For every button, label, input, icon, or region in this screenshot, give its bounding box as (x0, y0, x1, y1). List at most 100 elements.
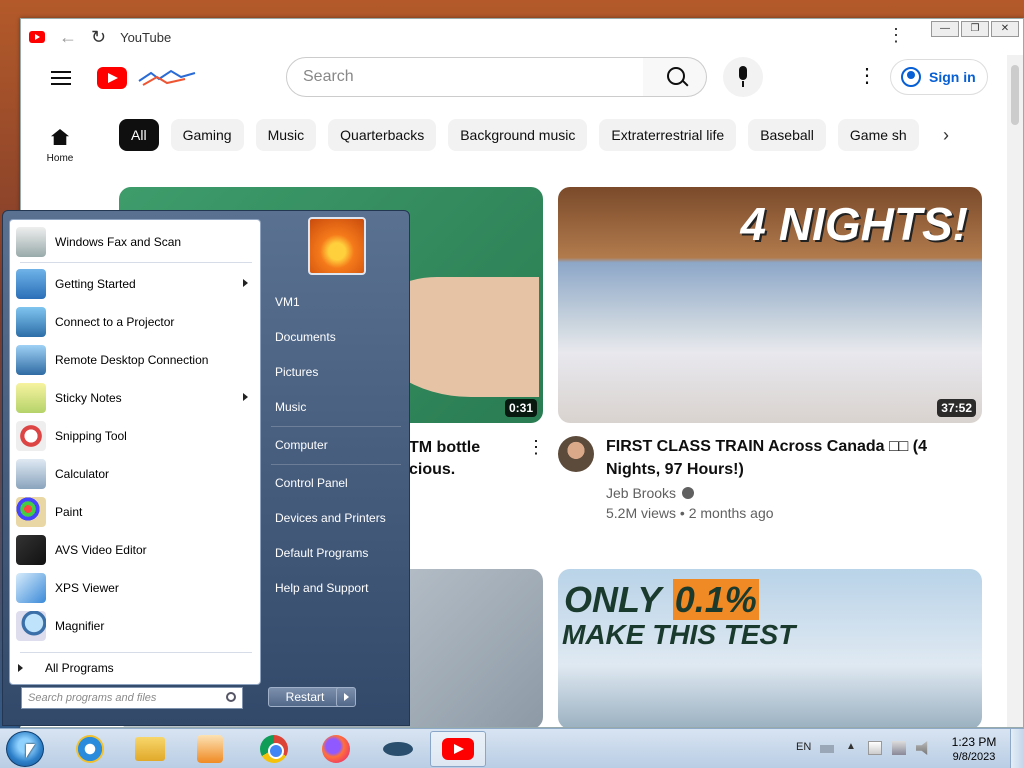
taskbar-file-explorer[interactable] (122, 731, 178, 767)
video-title[interactable]: FIRST CLASS TRAIN Across Canada □□ (4 Ni… (606, 435, 966, 481)
video-thumbnail[interactable]: 4 NIGHTS! 37:52 (558, 187, 982, 423)
video-thumbnail[interactable]: ONLY 0.1% MAKE THIS TEST (558, 569, 982, 727)
search-input[interactable]: Search (286, 57, 644, 97)
youtube-logo-icon[interactable] (97, 67, 127, 89)
chevron-right-icon[interactable]: › (943, 125, 949, 146)
sidebar-item-home[interactable]: Home (45, 129, 75, 164)
shutdown-options-icon[interactable] (336, 687, 356, 707)
sign-in-label: Sign in (929, 69, 976, 85)
right-item-control-panel[interactable]: Control Panel (275, 472, 348, 494)
settings-more-icon[interactable]: ⋮ (857, 63, 877, 88)
youtube-doodle-icon[interactable] (137, 67, 197, 89)
right-item-computer[interactable]: Computer (275, 434, 328, 456)
verified-icon (682, 487, 695, 499)
submenu-arrow-icon (243, 393, 248, 401)
chip-music[interactable]: Music (255, 119, 317, 151)
right-item-pictures[interactable]: Pictures (275, 361, 318, 383)
program-snipping-tool[interactable]: Snipping Tool (16, 418, 254, 454)
search-icon[interactable] (643, 57, 707, 97)
program-label: Calculator (55, 467, 110, 481)
folder-icon (135, 737, 165, 761)
close-button[interactable]: ✕ (991, 21, 1019, 37)
paint-icon (16, 497, 46, 527)
program-getting-started[interactable]: Getting Started (16, 266, 254, 302)
sign-in-button[interactable]: Sign in (890, 59, 988, 95)
program-calculator[interactable]: Calculator (16, 456, 254, 492)
video-menu-icon[interactable]: ⋮ (527, 437, 545, 458)
youtube-icon (442, 738, 474, 760)
start-button[interactable] (6, 731, 44, 767)
restart-button[interactable]: Restart (268, 687, 342, 707)
page-scrollbar[interactable] (1007, 55, 1023, 727)
video-duration: 37:52 (937, 399, 976, 417)
projector-icon (16, 307, 46, 337)
keyboard-icon[interactable] (820, 745, 834, 753)
chip-background-music[interactable]: Background music (448, 119, 588, 151)
start-search-input[interactable]: Search programs and files (21, 687, 243, 709)
action-center-icon[interactable] (868, 741, 882, 755)
channel-avatar[interactable] (558, 436, 594, 472)
program-xps-viewer[interactable]: XPS Viewer (16, 570, 254, 606)
program-label: AVS Video Editor (55, 543, 147, 557)
program-windows-fax-and-scan[interactable]: Windows Fax and Scan (16, 224, 254, 260)
program-paint[interactable]: Paint (16, 494, 254, 530)
scrollbar-thumb[interactable] (1011, 65, 1019, 125)
thumbnail-text: MAKE THIS TEST (562, 619, 796, 650)
minimize-button[interactable]: — (931, 21, 959, 37)
taskbar-firefox[interactable] (308, 731, 364, 767)
network-icon[interactable] (892, 741, 906, 755)
program-label: Snipping Tool (55, 429, 127, 443)
chip-game-shows[interactable]: Game sh (837, 119, 919, 151)
right-item-help-and-support[interactable]: Help and Support (275, 577, 368, 599)
taskbar-chrome[interactable] (246, 731, 302, 767)
search-icon[interactable] (226, 692, 236, 702)
show-hidden-icons-icon[interactable]: ▲ (846, 741, 860, 755)
chrome-icon (260, 735, 288, 763)
program-label: Remote Desktop Connection (55, 353, 209, 367)
taskbar-media-player[interactable] (182, 731, 238, 767)
right-item-default-programs[interactable]: Default Programs (275, 542, 368, 564)
all-programs-button[interactable]: All Programs (18, 658, 114, 678)
chip-all[interactable]: All (119, 119, 159, 151)
category-chips: All Gaming Music Quarterbacks Background… (119, 119, 949, 151)
separator (271, 426, 401, 427)
internet-explorer-icon (76, 735, 104, 763)
maximize-button[interactable]: ❐ (961, 21, 989, 37)
right-item-devices-and-printers[interactable]: Devices and Printers (275, 507, 386, 529)
chip-quarterbacks[interactable]: Quarterbacks (328, 119, 437, 151)
chip-extraterrestrial-life[interactable]: Extraterrestrial life (599, 119, 737, 151)
chip-gaming[interactable]: Gaming (170, 119, 244, 151)
xps-viewer-icon (16, 573, 46, 603)
clock-time[interactable]: 1:23 PM (948, 735, 1000, 749)
browser-titlebar: ← ↻ YouTube ⋮ — ❐ ✕ (21, 19, 1023, 55)
taskbar-app[interactable] (370, 731, 426, 767)
language-indicator[interactable]: EN (796, 741, 811, 753)
start-search-placeholder: Search programs and files (28, 692, 157, 704)
clock-date[interactable]: 9/8/2023 (948, 751, 1000, 763)
program-connect-to-a-projector[interactable]: Connect to a Projector (16, 304, 254, 340)
firefox-icon (322, 735, 350, 763)
chip-baseball[interactable]: Baseball (748, 119, 826, 151)
program-sticky-notes[interactable]: Sticky Notes (16, 380, 254, 416)
hamburger-menu-icon[interactable] (51, 71, 71, 85)
program-magnifier[interactable]: Magnifier (16, 608, 254, 644)
right-item-documents[interactable]: Documents (275, 326, 336, 348)
channel-name[interactable]: Jeb Brooks (606, 485, 695, 501)
program-remote-desktop-connection[interactable]: Remote Desktop Connection (16, 342, 254, 378)
program-avs-video-editor[interactable]: AVS Video Editor (16, 532, 254, 568)
user-picture[interactable] (308, 217, 366, 275)
browser-menu-icon[interactable]: ⋮ (887, 25, 905, 46)
reload-icon[interactable]: ↻ (91, 27, 106, 48)
right-item-vm1[interactable]: VM1 (275, 291, 300, 313)
back-arrow-icon[interactable]: ← (59, 27, 77, 48)
taskbar-internet-explorer[interactable] (62, 731, 118, 767)
youtube-favicon-icon (29, 31, 45, 43)
taskbar-youtube[interactable] (430, 731, 486, 767)
volume-muted-icon[interactable] (916, 741, 928, 755)
media-player-icon (197, 735, 223, 763)
microphone-icon[interactable] (723, 57, 763, 97)
show-desktop-button[interactable] (1010, 729, 1024, 768)
program-label: XPS Viewer (55, 581, 119, 595)
channel-name-label: Jeb Brooks (606, 485, 677, 501)
right-item-music[interactable]: Music (275, 396, 306, 418)
